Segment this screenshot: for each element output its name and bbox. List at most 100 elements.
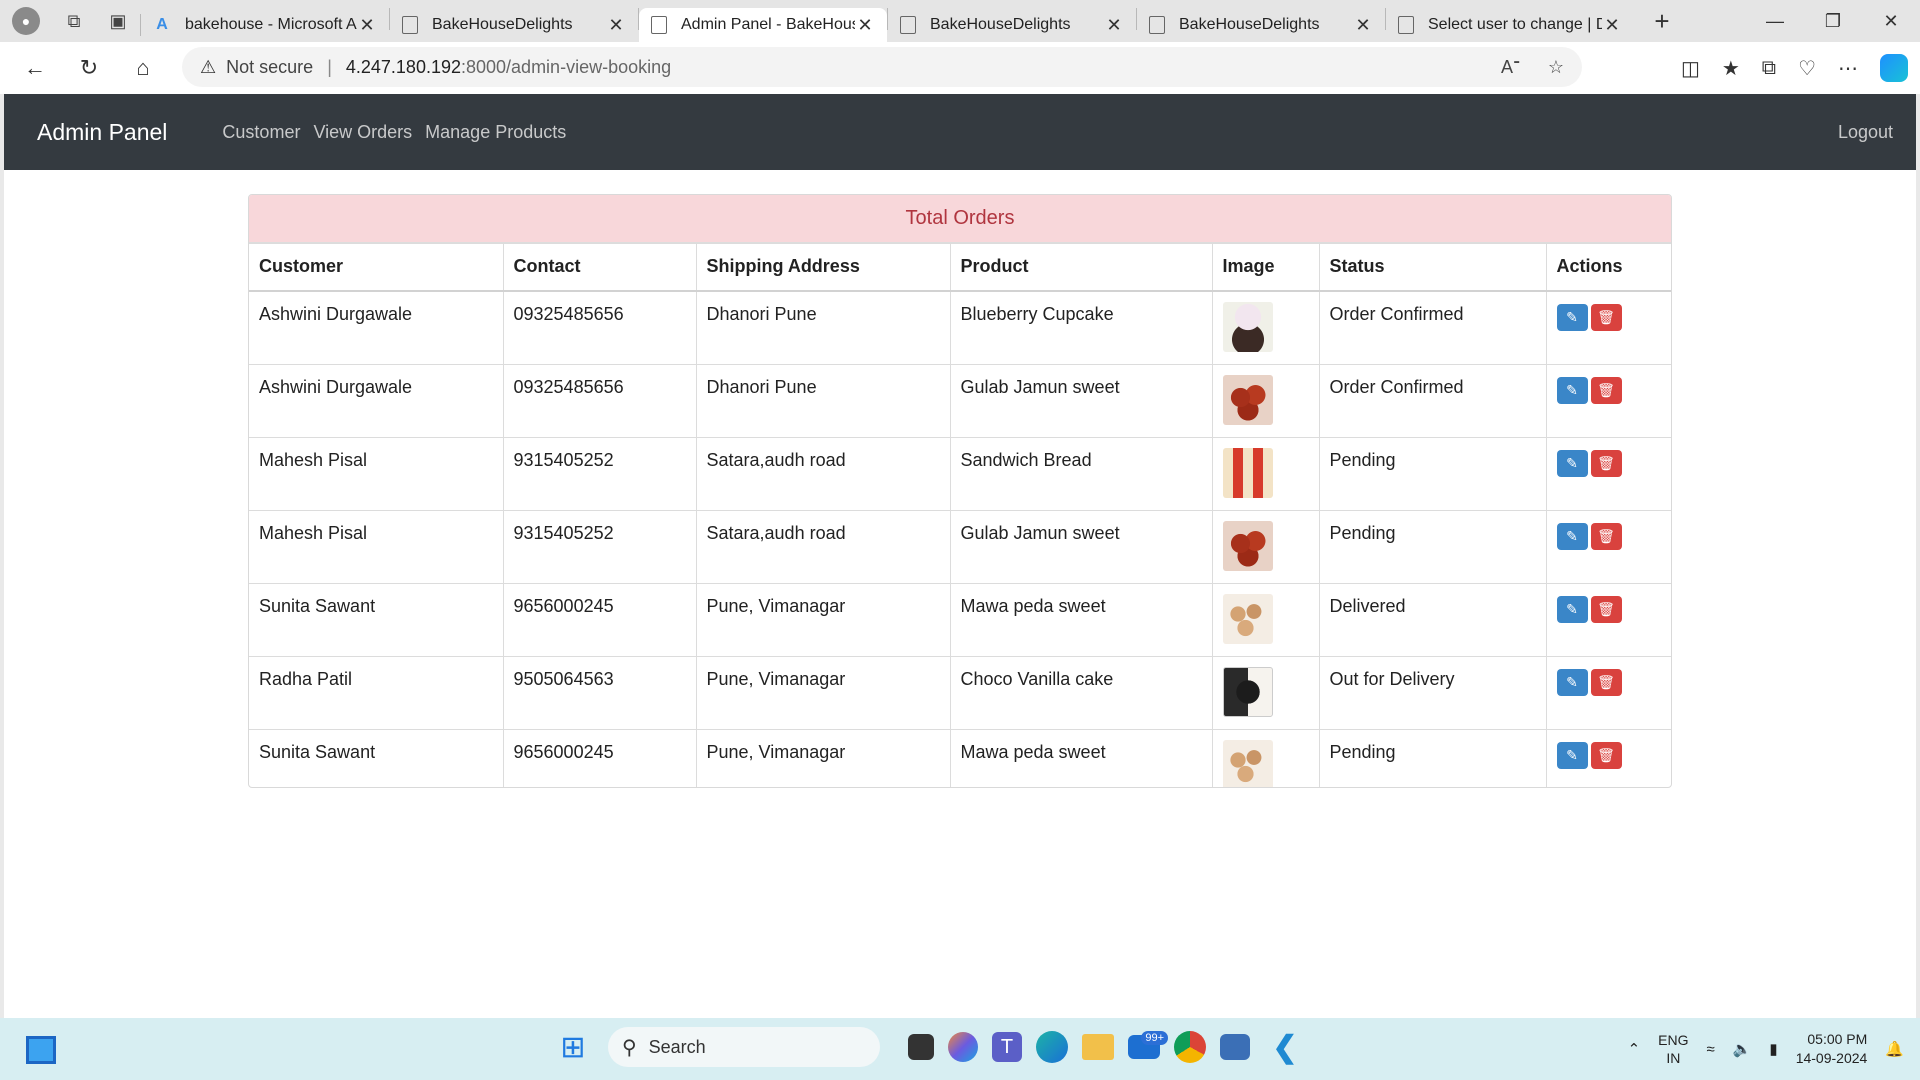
delete-order-button[interactable]: 🗑 bbox=[1590, 668, 1622, 696]
cell-image bbox=[1211, 436, 1320, 511]
battery-icon[interactable]: ▮ bbox=[1769, 1040, 1777, 1058]
vscode-icon[interactable]: ❮ bbox=[1264, 1026, 1306, 1068]
language-indicator[interactable]: ENG IN bbox=[1658, 1031, 1688, 1067]
widgets-icon[interactable] bbox=[26, 1036, 56, 1064]
close-tab-icon[interactable]: ✕ bbox=[1104, 15, 1124, 36]
refresh-icon[interactable]: ↻ bbox=[62, 42, 116, 94]
close-tab-icon[interactable]: ✕ bbox=[1602, 15, 1622, 36]
browser-essentials-icon[interactable]: ♡ bbox=[1798, 56, 1816, 81]
home-icon[interactable]: ⌂ bbox=[116, 42, 170, 94]
wifi-icon[interactable]: ≈ bbox=[1707, 1041, 1715, 1058]
edge-icon[interactable] bbox=[1036, 1031, 1068, 1063]
edit-order-button[interactable]: ✎ bbox=[1556, 303, 1588, 331]
table-row: Ashwini Durgawale 09325485656 Dhanori Pune… bbox=[249, 290, 1671, 365]
mail-icon[interactable]: 99+ bbox=[1128, 1031, 1168, 1059]
new-tab-button[interactable]: + bbox=[1640, 6, 1684, 37]
cell-contact: 9656000245 bbox=[502, 728, 697, 787]
edit-order-button[interactable]: ✎ bbox=[1556, 522, 1588, 550]
url-path: :8000/admin-view-booking bbox=[461, 56, 672, 77]
tab-title: Admin Panel - BakeHouse bbox=[681, 16, 855, 33]
system-clock[interactable]: 05:00 PM 14-09-2024 bbox=[1796, 1030, 1868, 1068]
close-tab-icon[interactable]: ✕ bbox=[357, 15, 377, 36]
edit-order-button[interactable]: ✎ bbox=[1556, 595, 1588, 623]
cell-status: Pending bbox=[1318, 728, 1547, 787]
restore-icon[interactable]: ❐ bbox=[1804, 0, 1862, 42]
cell-image bbox=[1211, 363, 1320, 438]
copilot-app-icon[interactable] bbox=[948, 1032, 978, 1062]
language-line-2: IN bbox=[1666, 1050, 1681, 1066]
volume-icon[interactable]: 🔈 bbox=[1733, 1040, 1752, 1058]
browser-tab[interactable]: Select user to change | Dj ✕ bbox=[1386, 8, 1634, 42]
minimize-icon[interactable]: — bbox=[1746, 0, 1804, 42]
task-view-icon[interactable] bbox=[908, 1034, 934, 1060]
browser-tab[interactable]: BakeHouseDelights ✕ bbox=[1137, 8, 1385, 42]
cell-shipping-address: Dhanori Pune bbox=[695, 290, 951, 365]
nav-link-customer[interactable]: Customer bbox=[222, 122, 300, 143]
browser-tab[interactable]: BakeHouseDelights ✕ bbox=[888, 8, 1136, 42]
browser-tab[interactable]: BakeHouseDelights ✕ bbox=[390, 8, 638, 42]
more-options-icon[interactable]: ⋯ bbox=[1838, 56, 1858, 81]
close-tab-icon[interactable]: ✕ bbox=[1353, 15, 1373, 36]
nav-link-view-orders[interactable]: View Orders bbox=[313, 122, 412, 143]
cell-actions: ✎ 🗑 bbox=[1545, 655, 1671, 730]
page-icon bbox=[1398, 16, 1414, 34]
back-icon[interactable]: ← bbox=[8, 42, 62, 94]
system-tray: ⌃ ENG IN ≈ 🔈 ▮ 05:00 PM 14-09-2024 🔔 bbox=[1628, 1018, 1904, 1080]
chrome-icon[interactable] bbox=[1174, 1031, 1206, 1063]
workspaces-icon[interactable]: ⧉ bbox=[52, 0, 96, 42]
profile-icon[interactable]: ● bbox=[12, 7, 40, 35]
trash-icon: 🗑 bbox=[1597, 527, 1615, 544]
cell-actions: ✎ 🗑 bbox=[1545, 728, 1671, 787]
remote-desktop-icon[interactable] bbox=[1220, 1034, 1250, 1060]
delete-order-button[interactable]: 🗑 bbox=[1590, 449, 1622, 477]
cell-shipping-address: Satara,audh road bbox=[695, 509, 951, 584]
cell-status: Order Confirmed bbox=[1318, 363, 1547, 438]
gulab-jamun-image bbox=[1222, 520, 1273, 571]
file-explorer-icon[interactable] bbox=[1082, 1034, 1114, 1060]
url-field[interactable]: ⚠ Not secure | 4.247.180.192 :8000/admin… bbox=[182, 47, 1582, 87]
delete-order-button[interactable]: 🗑 bbox=[1590, 595, 1622, 623]
taskbar-search[interactable]: ⚲ Search bbox=[608, 1027, 880, 1067]
page-icon bbox=[900, 16, 916, 34]
warning-icon[interactable]: ⚠ bbox=[200, 57, 216, 78]
table-row: Ashwini Durgawale 09325485656 Dhanori Pune… bbox=[249, 363, 1671, 438]
col-header-customer: Customer bbox=[249, 243, 504, 292]
edit-icon: ✎ bbox=[1566, 600, 1578, 617]
copilot-icon[interactable] bbox=[1880, 54, 1908, 82]
close-tab-icon[interactable]: ✕ bbox=[855, 15, 875, 36]
notification-bell-icon[interactable]: 🔔 bbox=[1885, 1040, 1904, 1058]
delete-order-button[interactable]: 🗑 bbox=[1590, 303, 1622, 331]
split-screen-icon[interactable]: ◫ bbox=[1681, 56, 1700, 81]
url-actions: A־ ☆ bbox=[1501, 57, 1564, 78]
tab-title: Select user to change | Dj bbox=[1428, 16, 1602, 33]
browser-tab-bar: ● ⧉ ▣ Abakehouse - Microsoft Az ✕ BakeHous… bbox=[0, 0, 1920, 42]
show-hidden-icons-icon[interactable]: ⌃ bbox=[1628, 1040, 1641, 1058]
delete-order-button[interactable]: 🗑 bbox=[1590, 741, 1622, 769]
read-aloud-icon[interactable]: A־ bbox=[1501, 57, 1520, 78]
security-label[interactable]: Not secure bbox=[226, 57, 313, 78]
edit-order-button[interactable]: ✎ bbox=[1556, 449, 1588, 477]
favorites-icon[interactable]: ★ bbox=[1722, 56, 1740, 81]
edit-order-button[interactable]: ✎ bbox=[1556, 376, 1588, 404]
browser-tab[interactable]: Abakehouse - Microsoft Az ✕ bbox=[141, 8, 389, 42]
teams-icon[interactable]: T bbox=[992, 1032, 1022, 1062]
delete-order-button[interactable]: 🗑 bbox=[1590, 522, 1622, 550]
browser-tab[interactable]: Admin Panel - BakeHouse ✕ bbox=[639, 8, 887, 42]
search-icon: ⚲ bbox=[622, 1036, 637, 1059]
orders-card-title: Total Orders bbox=[249, 195, 1671, 243]
favorite-star-icon[interactable]: ☆ bbox=[1548, 57, 1564, 78]
delete-order-button[interactable]: 🗑 bbox=[1590, 376, 1622, 404]
navbar-brand[interactable]: Admin Panel bbox=[37, 119, 167, 146]
collections-icon[interactable]: ⧉ bbox=[1762, 57, 1776, 80]
close-tab-icon[interactable]: ✕ bbox=[606, 15, 626, 36]
azure-icon: A bbox=[156, 16, 168, 33]
edit-order-button[interactable]: ✎ bbox=[1556, 741, 1588, 769]
nav-link-manage-products[interactable]: Manage Products bbox=[425, 122, 566, 143]
tab-actions-icon[interactable]: ▣ bbox=[96, 0, 140, 42]
edit-order-button[interactable]: ✎ bbox=[1556, 668, 1588, 696]
page-icon bbox=[1149, 16, 1165, 34]
logout-link[interactable]: Logout bbox=[1838, 122, 1893, 143]
start-icon[interactable]: ⊞ bbox=[552, 1026, 594, 1068]
cell-product: Mawa peda sweet bbox=[949, 582, 1213, 657]
close-window-icon[interactable]: ✕ bbox=[1862, 0, 1920, 42]
